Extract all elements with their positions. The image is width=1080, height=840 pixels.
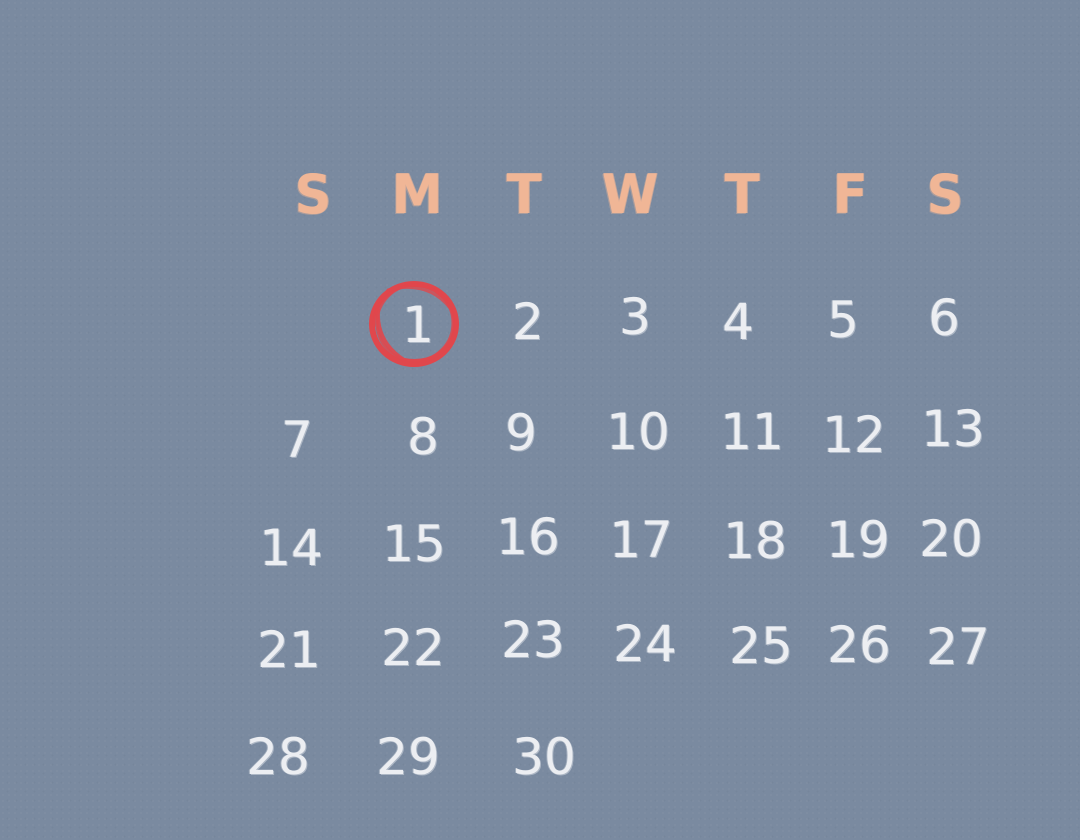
weekday-saturday: S	[926, 163, 964, 226]
day-cell[interactable]: 16	[478, 501, 578, 573]
weekday-tuesday: T	[506, 163, 542, 226]
day-cell[interactable]: 15	[364, 508, 464, 580]
day-cell[interactable]: 21	[239, 614, 339, 686]
weekday-thursday: T	[724, 163, 760, 226]
day-cell[interactable]: 23	[483, 604, 583, 676]
day-cell[interactable]: 30	[494, 721, 594, 793]
day-cell[interactable]: 25	[711, 610, 811, 682]
day-cell[interactable]: 10	[588, 396, 688, 468]
day-cell[interactable]: 12	[804, 399, 904, 471]
day-cell[interactable]: 13	[903, 393, 1003, 465]
day-cell[interactable]: 14	[241, 512, 341, 584]
day-cell[interactable]: 27	[908, 611, 1008, 683]
weekday-friday: F	[832, 163, 868, 226]
day-cell[interactable]: 1	[368, 289, 468, 361]
weekday-wednesday: W	[601, 163, 659, 226]
day-cell[interactable]: 28	[228, 721, 328, 793]
day-cell[interactable]: 24	[595, 608, 695, 680]
day-cell[interactable]: 9	[471, 397, 571, 469]
day-cell[interactable]: 26	[809, 609, 909, 681]
day-cell[interactable]: 18	[705, 505, 805, 577]
day-cell[interactable]: 22	[363, 612, 463, 684]
weekday-sunday: S	[294, 163, 332, 226]
day-cell[interactable]: 8	[373, 401, 473, 473]
day-cell[interactable]: 3	[585, 281, 685, 353]
day-cell[interactable]: 6	[894, 282, 994, 354]
day-cell[interactable]: 11	[702, 396, 802, 468]
day-cell[interactable]: 29	[358, 721, 458, 793]
day-cell[interactable]: 4	[688, 286, 788, 358]
day-cell[interactable]: 5	[793, 284, 893, 356]
weekday-monday: M	[391, 163, 443, 226]
day-cell[interactable]: 20	[901, 503, 1001, 575]
day-cell[interactable]: 7	[247, 404, 347, 476]
day-cell[interactable]: 2	[478, 286, 578, 358]
day-cell[interactable]: 17	[591, 504, 691, 576]
day-cell[interactable]: 19	[808, 504, 908, 576]
